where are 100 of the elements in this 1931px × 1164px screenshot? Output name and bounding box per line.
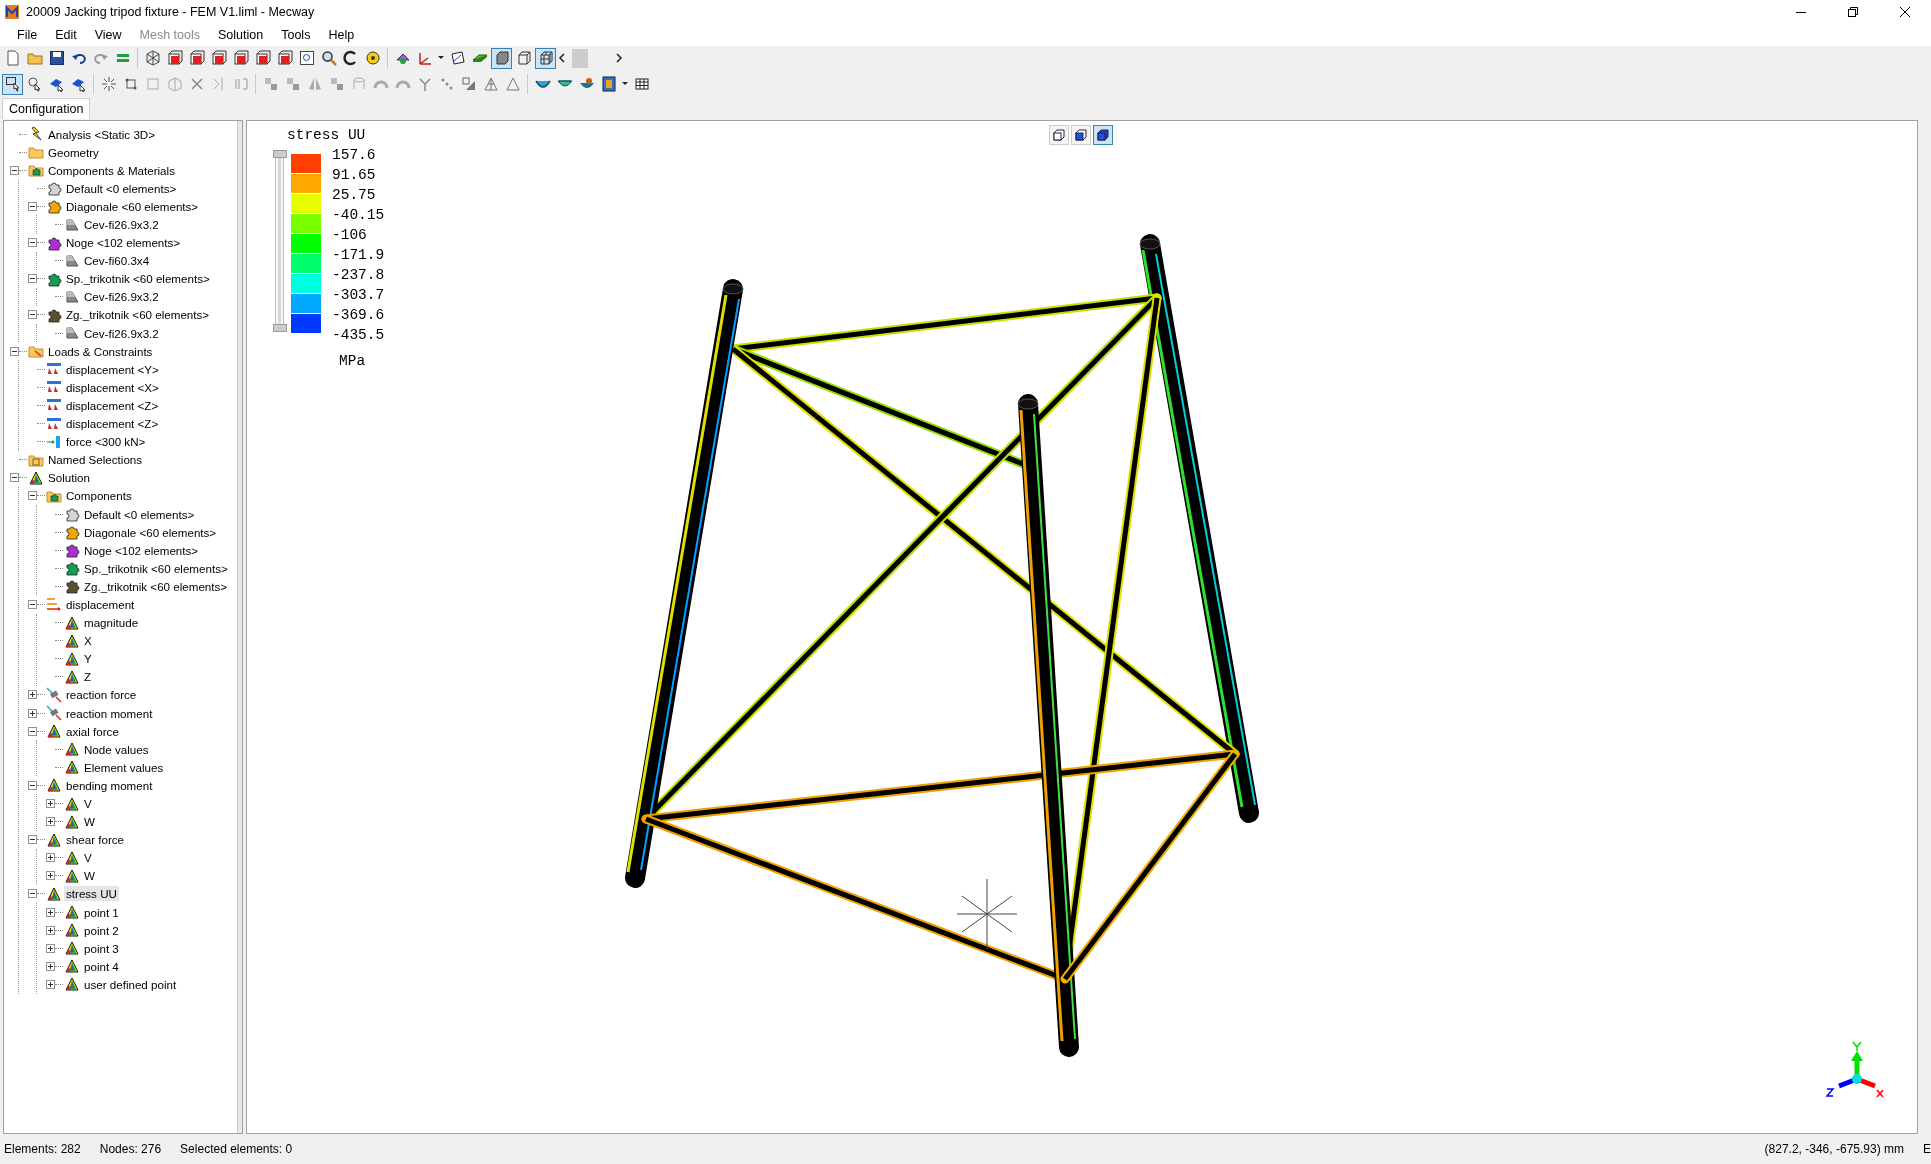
tree-item[interactable]: reaction moment xyxy=(64,705,155,721)
collapse-toggle-icon[interactable] xyxy=(28,835,37,845)
expand-toggle-icon[interactable] xyxy=(46,817,55,827)
collapse-toggle-icon[interactable] xyxy=(28,201,37,211)
tree-item[interactable]: Cev-fi26.9x3.2 xyxy=(82,217,161,232)
menu-item[interactable]: Solution xyxy=(209,26,273,44)
tree-item[interactable]: Y xyxy=(82,651,94,667)
tree-item[interactable]: Geometry xyxy=(46,144,101,160)
expand-toggle-icon[interactable] xyxy=(28,690,37,700)
range-slider-track[interactable] xyxy=(275,156,284,326)
collapse-toggle-icon[interactable] xyxy=(28,274,37,284)
colored-triangle-icon xyxy=(64,795,80,812)
tree-item[interactable]: Sp._trikotnik <60 elements> xyxy=(82,560,230,576)
colored-triangle-icon xyxy=(46,831,62,848)
collapse-toggle-icon[interactable] xyxy=(10,473,19,483)
tree-item[interactable]: displacement <Y> xyxy=(64,361,161,377)
expand-toggle-icon[interactable] xyxy=(46,943,55,953)
tree-item[interactable]: Cev-fi26.9x3.2 xyxy=(82,325,161,341)
collapse-toggle-icon[interactable] xyxy=(28,889,37,899)
tree-item[interactable]: magnitude xyxy=(82,615,141,631)
select-box-icon[interactable] xyxy=(2,73,23,95)
expand-toggle-icon[interactable] xyxy=(46,871,55,881)
tree-item[interactable]: Named Selections xyxy=(46,452,145,468)
collapse-toggle-icon[interactable] xyxy=(28,600,37,609)
tree-item[interactable]: reaction force xyxy=(64,687,139,703)
collapse-toggle-icon[interactable] xyxy=(28,491,37,501)
tree-item[interactable]: Element values xyxy=(82,759,166,775)
collapse-toggle-icon[interactable] xyxy=(10,346,19,356)
tree-item[interactable]: Z xyxy=(82,669,94,685)
tree-item[interactable]: point 3 xyxy=(82,940,121,956)
scroll-thumb[interactable] xyxy=(572,48,588,68)
slider-handle[interactable] xyxy=(273,324,287,332)
close-icon[interactable] xyxy=(1899,6,1911,18)
tree-item[interactable]: X xyxy=(82,633,94,649)
side-cube-button[interactable] xyxy=(1071,125,1091,145)
tree-item[interactable]: Default <0 elements> xyxy=(64,180,179,196)
tree-item[interactable]: stress UU xyxy=(64,886,119,902)
expand-toggle-icon[interactable] xyxy=(46,961,55,971)
collapse-toggle-icon[interactable] xyxy=(28,238,37,248)
tree-item[interactable]: Diagonale <60 elements> xyxy=(64,198,201,214)
restore-icon[interactable] xyxy=(1847,6,1859,18)
tree-item[interactable]: W xyxy=(82,868,97,884)
tree-item[interactable]: Zg._trikotnik <60 elements> xyxy=(82,578,230,594)
collapse-toggle-icon[interactable] xyxy=(28,726,37,736)
tree-item[interactable]: V xyxy=(82,796,94,811)
tree-item[interactable]: Default <0 elements> xyxy=(82,506,197,522)
colored-triangle-icon xyxy=(64,940,80,957)
menu-item[interactable]: Help xyxy=(319,26,364,44)
expand-toggle-icon[interactable] xyxy=(46,979,55,989)
tree-item[interactable]: force <300 kN> xyxy=(64,434,148,450)
colored-triangle-icon xyxy=(46,886,62,902)
collapse-toggle-icon[interactable] xyxy=(10,165,19,175)
tree-item[interactable]: Analysis <Static 3D> xyxy=(46,126,157,142)
solid-cube-button[interactable] xyxy=(1093,125,1113,145)
menu-item[interactable]: View xyxy=(85,26,131,44)
tree-item[interactable]: Components xyxy=(64,488,134,504)
expand-toggle-icon[interactable] xyxy=(46,799,55,808)
tree-item[interactable]: displacement <X> xyxy=(64,379,161,395)
tree-item[interactable]: axial force xyxy=(64,723,121,739)
tree-item[interactable]: Cev-fi60.3x4 xyxy=(82,253,152,269)
expand-toggle-icon[interactable] xyxy=(46,853,55,863)
tree-item[interactable]: Zg._trikotnik <60 elements> xyxy=(64,307,212,323)
expand-toggle-icon[interactable] xyxy=(46,907,55,917)
expand-toggle-icon[interactable] xyxy=(28,708,37,718)
front-cube-button[interactable] xyxy=(1049,125,1069,145)
tab[interactable]: Configuration xyxy=(2,98,91,119)
legend-value: -303.7 xyxy=(332,286,385,305)
shaded-view-icon[interactable] xyxy=(491,47,512,69)
tree-item[interactable]: point 1 xyxy=(82,904,121,920)
folder-icon xyxy=(28,144,44,161)
collapse-toggle-icon[interactable] xyxy=(28,310,37,320)
slider-handle[interactable] xyxy=(273,150,287,158)
tree-item[interactable]: Noge <102 elements> xyxy=(64,235,183,251)
tree-item[interactable]: Cev-fi26.9x3.2 xyxy=(82,289,161,305)
tree-item[interactable]: point 4 xyxy=(82,958,121,974)
tree-item[interactable]: displacement xyxy=(64,597,137,612)
tree-item[interactable]: Sp._trikotnik <60 elements> xyxy=(64,271,212,287)
tree-item[interactable]: displacement <Z> xyxy=(64,397,161,413)
tree-item[interactable]: Solution xyxy=(46,470,92,486)
reaction-icon xyxy=(46,705,62,722)
menu-item[interactable]: Tools xyxy=(272,26,320,44)
tree-item[interactable]: V xyxy=(82,850,94,866)
tree-item[interactable]: user defined point xyxy=(82,976,179,992)
tree-item[interactable]: bending moment xyxy=(64,777,155,793)
menu-item[interactable]: File xyxy=(8,26,47,44)
collapse-toggle-icon[interactable] xyxy=(28,780,37,790)
expand-toggle-icon[interactable] xyxy=(46,925,55,935)
mesh-view-icon[interactable] xyxy=(535,47,556,69)
tree-item[interactable]: Node values xyxy=(82,741,151,757)
menu-item[interactable]: Edit xyxy=(46,26,86,44)
axis-triad-icon xyxy=(1825,1041,1884,1098)
tree-item[interactable]: shear force xyxy=(64,832,126,848)
tree-item[interactable]: Diagonale <60 elements> xyxy=(82,524,219,540)
tree-item[interactable]: Loads & Constraints xyxy=(46,343,155,359)
legend-value: -40.15 xyxy=(332,206,385,225)
tree-item[interactable]: W xyxy=(82,814,97,830)
tree-item[interactable]: Components & Materials xyxy=(46,162,177,178)
tree-item[interactable]: displacement <Z> xyxy=(64,416,161,432)
tree-item[interactable]: Noge <102 elements> xyxy=(82,542,201,558)
tree-item[interactable]: point 2 xyxy=(82,922,121,938)
